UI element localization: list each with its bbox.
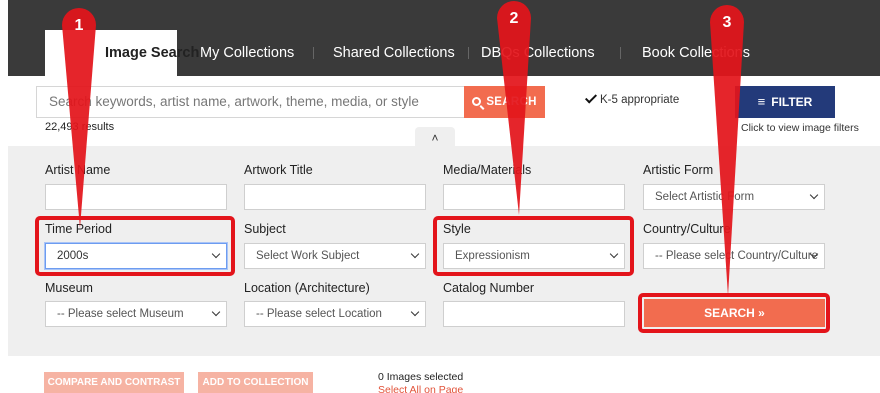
location-label: Location (Architecture) — [244, 281, 370, 295]
highlight-box-time-period — [35, 216, 235, 276]
location-value: -- Please select Location — [256, 308, 382, 320]
k5-label: K-5 appropriate — [600, 94, 680, 106]
subject-label: Subject — [244, 222, 286, 236]
tab-book-collections[interactable]: Book Collections — [642, 30, 750, 76]
country-culture-select[interactable]: -- Please select Country/Culture — [643, 243, 825, 269]
chevron-down-icon — [211, 307, 221, 317]
double-chevron-up-icon: ˄ — [431, 131, 439, 145]
highlight-box-search — [638, 293, 830, 333]
artist-name-input[interactable] — [45, 184, 227, 210]
museum-label: Museum — [45, 281, 93, 295]
chevron-down-icon — [410, 307, 420, 317]
k5-checkbox[interactable]: K-5 appropriate — [584, 92, 679, 106]
artwork-title-label: Artwork Title — [244, 163, 313, 177]
compare-contrast-button[interactable]: COMPARE AND CONTRAST — [44, 372, 184, 393]
search-button-label: SEARCH — [486, 96, 537, 108]
country-culture-label: Country/Culture — [643, 222, 731, 236]
artistic-form-label: Artistic Form — [643, 163, 714, 177]
sliders-icon: ≡ — [757, 94, 766, 109]
museum-select[interactable]: -- Please select Museum — [45, 301, 227, 327]
search-icon — [472, 97, 482, 106]
artistic-form-select[interactable]: Select Artistic Form — [643, 184, 825, 210]
subject-value: Select Work Subject — [256, 250, 360, 262]
tab-dbqs-collections[interactable]: DBQs Collections — [481, 30, 595, 76]
highlight-box-style — [433, 216, 634, 276]
tab-separator — [468, 47, 469, 59]
chevron-down-icon — [410, 249, 420, 259]
pin-number-3: 3 — [722, 14, 732, 31]
filter-hint: Click to view image filters — [741, 122, 859, 134]
museum-value: -- Please select Museum — [57, 308, 184, 320]
collapse-filters-button[interactable]: ˄ — [415, 127, 455, 147]
media-materials-input[interactable] — [443, 184, 625, 210]
chevron-down-icon — [809, 190, 819, 200]
tab-my-collections[interactable]: My Collections — [200, 30, 294, 76]
filter-button-label: FILTER — [771, 95, 813, 109]
search-input[interactable]: Search keywords, artist name, artwork, t… — [36, 86, 466, 118]
media-materials-label: Media/Materials — [443, 163, 532, 177]
selected-count: 0 Images selected — [378, 371, 464, 383]
add-to-collection-button[interactable]: ADD TO COLLECTION — [198, 372, 313, 393]
pin-number-2: 2 — [509, 10, 519, 27]
pin-number-1: 1 — [74, 17, 84, 34]
search-button[interactable]: SEARCH — [464, 86, 545, 118]
tab-image-search[interactable]: Image Search — [45, 30, 199, 76]
tab-separator — [313, 47, 314, 59]
country-culture-value: -- Please select Country/Culture — [655, 250, 818, 262]
tab-shared-collections[interactable]: Shared Collections — [333, 30, 455, 76]
artwork-title-input[interactable] — [244, 184, 426, 210]
catalog-number-label: Catalog Number — [443, 281, 535, 295]
location-select[interactable]: -- Please select Location — [244, 301, 426, 327]
filter-button[interactable]: ≡ FILTER — [735, 86, 835, 118]
select-all-link[interactable]: Select All on Page — [378, 384, 463, 393]
artistic-form-value: Select Artistic Form — [655, 191, 755, 203]
checkmark-icon — [584, 92, 597, 105]
results-count: 22,493 results — [45, 121, 115, 133]
subject-select[interactable]: Select Work Subject — [244, 243, 426, 269]
artist-name-label: Artist Name — [45, 163, 111, 177]
catalog-number-input[interactable] — [443, 301, 625, 327]
tab-separator — [620, 47, 621, 59]
